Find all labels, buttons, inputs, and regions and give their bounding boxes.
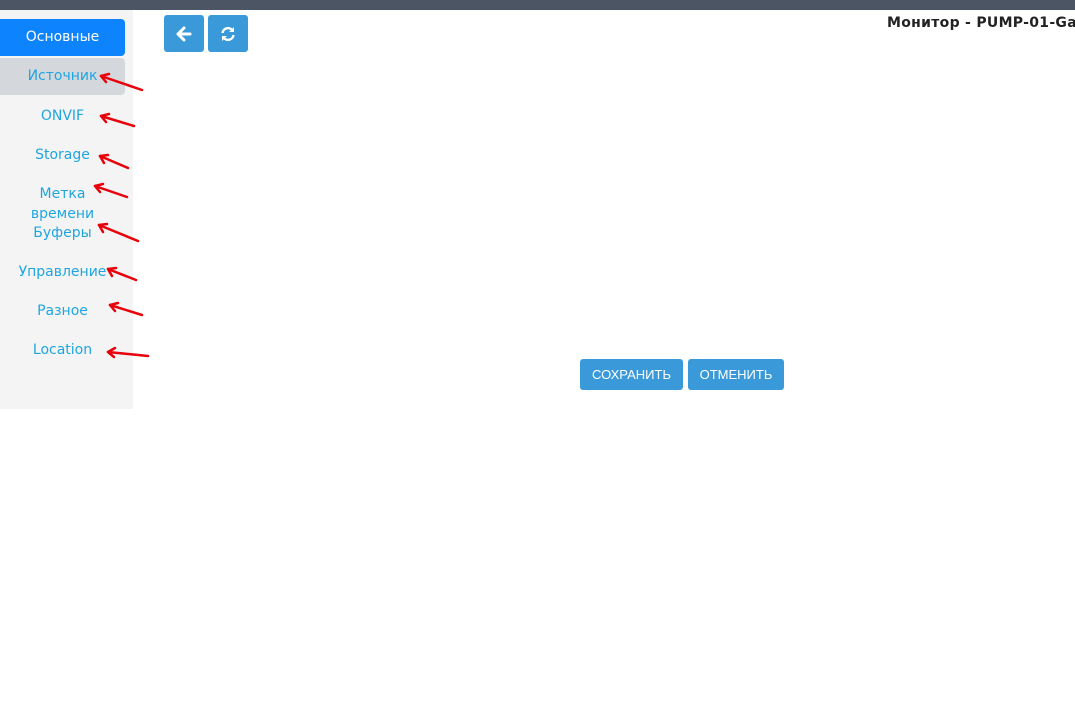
- cancel-button[interactable]: ОТМЕНИТЬ: [688, 359, 784, 390]
- refresh-button[interactable]: [208, 15, 248, 52]
- tab-source[interactable]: Источник: [0, 58, 125, 95]
- back-button[interactable]: [164, 15, 204, 52]
- sidebar: Основные Источник ONVIF Storage Метка вр…: [0, 10, 133, 409]
- tab-onvif[interactable]: ONVIF: [0, 106, 125, 126]
- tab-location[interactable]: Location: [0, 340, 125, 360]
- tab-buffers[interactable]: Буферы: [0, 223, 125, 243]
- annotation-arrows: [93, 72, 150, 359]
- tab-storage[interactable]: Storage: [0, 145, 125, 165]
- arrow-left-icon: [176, 26, 192, 41]
- save-button[interactable]: СОХРАНИТЬ: [580, 359, 683, 390]
- tab-timestamp[interactable]: Метка времени: [0, 184, 125, 224]
- tab-general[interactable]: Основные: [0, 19, 125, 56]
- refresh-icon: [221, 26, 235, 41]
- page-title: Монитор - PUMP-01-Ga: [887, 15, 1075, 31]
- tab-misc[interactable]: Разное: [0, 301, 125, 321]
- tab-timestamp-line2: времени: [30, 206, 95, 222]
- tab-control[interactable]: Управление: [0, 262, 125, 282]
- tab-timestamp-line1: Метка: [39, 186, 86, 202]
- top-bar: [0, 0, 1075, 10]
